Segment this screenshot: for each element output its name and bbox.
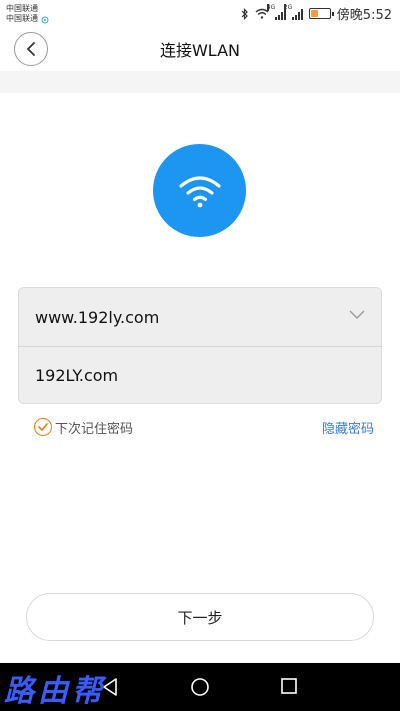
next-button[interactable]: 下一步 xyxy=(26,593,374,641)
password-value: 192LY.com xyxy=(35,366,119,385)
battery-icon xyxy=(308,8,334,19)
remember-password-label[interactable]: 下次记住密码 xyxy=(55,418,133,437)
carrier-1-label: 中国联通 xyxy=(6,3,38,13)
status-bar: 中国联通 中国联通 4G 2G 傍晚5:52 xyxy=(0,0,400,27)
hotspot-icon xyxy=(41,16,49,23)
ssid-value: www.192ly.com xyxy=(35,307,160,327)
hide-password-link[interactable]: 隐藏密码 xyxy=(322,418,374,437)
password-field[interactable]: 192LY.com xyxy=(19,346,381,404)
page-title: 连接WLAN xyxy=(159,41,241,60)
app-header: 连接WLAN xyxy=(0,27,400,71)
net-2g-label: 2G xyxy=(283,3,293,11)
net-4g-label: 4G xyxy=(266,3,276,11)
home-circle-icon[interactable] xyxy=(190,677,210,697)
wifi-icon xyxy=(178,175,221,207)
wlan-form: www.192ly.com 192LY.com xyxy=(18,287,382,404)
watermark-logo: 路由帮 xyxy=(4,674,106,709)
checkmark-icon xyxy=(38,423,48,431)
battery-fill xyxy=(310,10,318,17)
bluetooth-icon xyxy=(241,7,248,20)
signal-2g-icon: 2G xyxy=(283,3,303,20)
recents-square-icon[interactable] xyxy=(280,677,298,695)
remember-password-checkbox[interactable] xyxy=(34,418,52,436)
chevron-down-icon[interactable] xyxy=(349,310,365,320)
ssid-select[interactable]: www.192ly.com xyxy=(19,288,381,346)
wifi-badge xyxy=(153,144,246,237)
chevron-left-icon xyxy=(27,42,35,56)
status-time: 傍晚5:52 xyxy=(336,8,392,23)
carrier-info: 中国联通 中国联通 xyxy=(6,4,50,24)
back-button[interactable] xyxy=(14,32,48,66)
options-row: 下次记住密码 隐藏密码 xyxy=(34,417,374,437)
carrier-2-label: 中国联通 xyxy=(6,13,38,23)
status-icons: 4G 2G 傍晚5:52 xyxy=(241,3,392,23)
header-divider xyxy=(0,71,400,93)
